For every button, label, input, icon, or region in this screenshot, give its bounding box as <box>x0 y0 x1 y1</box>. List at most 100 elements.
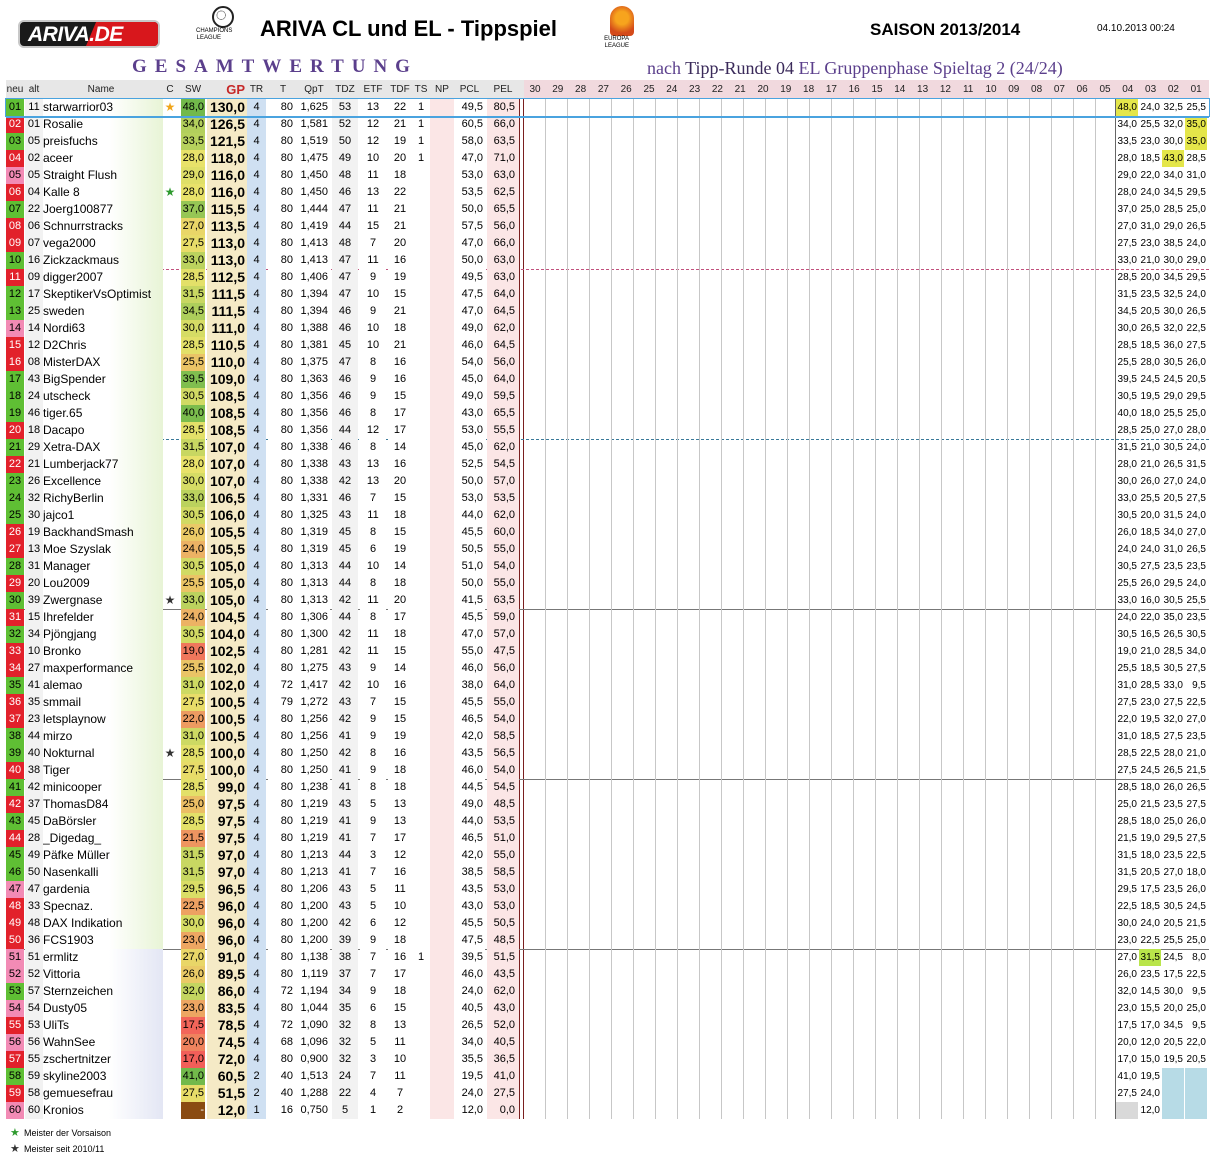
player-name[interactable]: sweden <box>43 303 163 320</box>
table-row[interactable]: 36 35 smmail 27,5 100,5 4 79 1,272 43 7 15 45,5 55,0… <box>6 694 1209 711</box>
player-name[interactable]: starwarrior03 <box>43 99 163 116</box>
player-name[interactable]: Nasenkalli <box>43 864 163 881</box>
table-row[interactable]: 14 14 Nordi63 30,0 111,0 4 80 1,388 46 10 18 49,0 62… <box>6 320 1209 337</box>
player-name[interactable]: Kronios <box>43 1102 163 1119</box>
player-name[interactable]: Xetra-DAX <box>43 439 163 456</box>
player-name[interactable]: _Digedag_ <box>43 830 163 847</box>
table-row[interactable]: 05 05 Straight Flush 29,0 116,0 4 80 1,450 48 11 1… <box>6 167 1209 184</box>
table-row[interactable]: 03 05 preisfuchs 33,5 121,5 4 80 1,519 50 12 19 1 58… <box>6 133 1209 150</box>
player-name[interactable]: vega2000 <box>43 235 163 252</box>
player-name[interactable]: utscheck <box>43 388 163 405</box>
table-row[interactable]: 33 10 Bronko 19,0 102,5 4 80 1,281 42 11 15 55,0 47,… <box>6 643 1209 660</box>
player-name[interactable]: Dusty05 <box>43 1000 163 1017</box>
table-row[interactable]: 56 56 WahnSee 20,0 74,5 4 68 1,096 32 5 11 34,0 40,5… <box>6 1034 1209 1051</box>
table-row[interactable]: 11 09 digger2007 28,5 112,5 4 80 1,406 47 9 19 49,5… <box>6 269 1209 286</box>
player-name[interactable]: Päfke Müller <box>43 847 163 864</box>
col-qpt[interactable]: QpT <box>298 80 330 99</box>
player-name[interactable]: aceer <box>43 150 163 167</box>
player-name[interactable]: RichyBerlin <box>43 490 163 507</box>
table-row[interactable]: 34 27 maxperformance 25,5 102,0 4 80 1,275 43 9 14… <box>6 660 1209 677</box>
table-row[interactable]: 10 16 Zickzackmaus 33,0 113,0 4 80 1,413 47 11 16 5… <box>6 252 1209 269</box>
col-neu[interactable]: neu <box>6 80 24 99</box>
player-name[interactable]: Tiger <box>43 762 163 779</box>
table-row[interactable]: 42 37 ThomasD84 25,0 97,5 4 80 1,219 43 5 13 49,0 48… <box>6 796 1209 813</box>
table-row[interactable]: 50 36 FCS1903 23,0 96,0 4 80 1,200 39 9 18 47,5 48,5… <box>6 932 1209 949</box>
table-row[interactable]: 19 46 tiger.65 40,0 108,5 4 80 1,356 46 8 17 43,0 65… <box>6 405 1209 422</box>
col-np[interactable]: NP <box>430 80 454 99</box>
player-name[interactable]: letsplaynow <box>43 711 163 728</box>
table-row[interactable]: 32 34 Pjöngjang 30,5 104,0 4 80 1,300 42 11 18 47,0… <box>6 626 1209 643</box>
player-name[interactable]: FCS1903 <box>43 932 163 949</box>
table-row[interactable]: 48 33 Specnaz. 22,5 96,0 4 80 1,200 43 5 10 43,0 53,… <box>6 898 1209 915</box>
player-name[interactable]: preisfuchs <box>43 133 163 150</box>
player-name[interactable]: Zickzackmaus <box>43 252 163 269</box>
table-row[interactable]: 24 32 RichyBerlin 33,0 106,5 4 80 1,331 46 7 15 53,… <box>6 490 1209 507</box>
col-tdf[interactable]: TDF <box>388 80 412 99</box>
player-name[interactable]: DaBörsler <box>43 813 163 830</box>
player-name[interactable]: mirzo <box>43 728 163 745</box>
player-name[interactable]: Rosalie <box>43 116 163 133</box>
player-name[interactable]: UliTs <box>43 1017 163 1034</box>
table-row[interactable]: 25 30 jajco1 30,5 106,0 4 80 1,325 43 11 18 44,0 62,… <box>6 507 1209 524</box>
player-name[interactable]: Ihrefelder <box>43 609 163 626</box>
table-row[interactable]: 22 21 Lumberjack77 28,0 107,0 4 80 1,338 43 13 16 5… <box>6 456 1209 473</box>
table-row[interactable]: 35 41 alemao 31,0 102,0 4 72 1,417 42 10 16 38,0 64,… <box>6 677 1209 694</box>
player-name[interactable]: BigSpender <box>43 371 163 388</box>
player-name[interactable]: smmail <box>43 694 163 711</box>
table-row[interactable]: 16 08 MisterDAX 25,5 110,0 4 80 1,375 47 8 16 54,0 5… <box>6 354 1209 371</box>
table-row[interactable]: 21 29 Xetra-DAX 31,5 107,0 4 80 1,338 46 8 14 45,0 6… <box>6 439 1209 456</box>
table-row[interactable]: 17 43 BigSpender 39,5 109,0 4 80 1,363 46 9 16 45,0… <box>6 371 1209 388</box>
player-name[interactable]: Moe Szyslak <box>43 541 163 558</box>
player-name[interactable]: Specnaz. <box>43 898 163 915</box>
table-row[interactable]: 54 54 Dusty05 23,0 83,5 4 80 1,044 35 6 15 40,5 43,0… <box>6 1000 1209 1017</box>
table-row[interactable]: 37 23 letsplaynow 22,0 100,5 4 80 1,256 42 9 15 46,… <box>6 711 1209 728</box>
col-ts[interactable]: TS <box>412 80 430 99</box>
col-t[interactable]: T <box>268 80 298 99</box>
col-alt[interactable]: alt <box>25 80 43 99</box>
player-name[interactable]: ThomasD84 <box>43 796 163 813</box>
table-row[interactable]: 40 38 Tiger 27,5 100,0 4 80 1,250 41 9 18 46,0 54,0 2… <box>6 762 1209 779</box>
player-name[interactable]: Dacapo <box>43 422 163 439</box>
player-name[interactable]: tiger.65 <box>43 405 163 422</box>
table-row[interactable]: 15 12 D2Chris 28,5 110,5 4 80 1,381 45 10 21 46,0 64… <box>6 337 1209 354</box>
table-row[interactable]: 55 53 UliTs 17,5 78,5 4 72 1,090 32 8 13 26,5 52,0 17… <box>6 1017 1209 1034</box>
player-name[interactable]: digger2007 <box>43 269 163 286</box>
col-tdz[interactable]: TDZ <box>332 80 358 99</box>
player-name[interactable]: Joerg100877 <box>43 201 163 218</box>
col-name[interactable]: Name <box>66 80 136 99</box>
ariva-logo[interactable]: ARIVA.DE <box>18 20 160 48</box>
table-row[interactable]: 13 25 sweden 34,5 111,5 4 80 1,394 46 9 21 47,0 64,5… <box>6 303 1209 320</box>
table-row[interactable]: 04 02 aceer 28,0 118,0 4 80 1,475 49 10 20 1 47,0 71,… <box>6 150 1209 167</box>
table-row[interactable]: 51 51 ermlitz 27,0 91,0 4 80 1,138 38 7 16 1 39,5 51,… <box>6 949 1209 966</box>
player-name[interactable]: Pjöngjang <box>43 626 163 643</box>
player-name[interactable]: Schnurrstracks <box>43 218 163 235</box>
table-row[interactable]: 59 58 gemuesefrau 27,5 51,5 2 40 1,288 22 4 7 24,0 2… <box>6 1085 1209 1102</box>
player-name[interactable]: DAX Indikation <box>43 915 163 932</box>
table-row[interactable]: 60 60 Kronios -12,0 1 16 0,750 5 1 2 12,0 0,0 12,0 <box>6 1102 1209 1119</box>
col-tr[interactable]: TR <box>247 80 266 99</box>
player-name[interactable]: Lou2009 <box>43 575 163 592</box>
player-name[interactable]: BackhandSmash <box>43 524 163 541</box>
table-row[interactable]: 38 44 mirzo 31,0 100,5 4 80 1,256 41 9 19 42,0 58,5 3… <box>6 728 1209 745</box>
table-row[interactable]: 41 42 minicooper 28,5 99,0 4 80 1,238 41 8 18 44,5 5… <box>6 779 1209 796</box>
player-name[interactable]: Excellence <box>43 473 163 490</box>
table-row[interactable]: 44 28 _Digedag_ 21,5 97,5 4 80 1,219 41 7 17 46,5 51… <box>6 830 1209 847</box>
col-pel[interactable]: PEL <box>487 80 519 99</box>
table-row[interactable]: 26 19 BackhandSmash 26,0 105,5 4 80 1,319 45 8 15 4… <box>6 524 1209 541</box>
col-gp[interactable]: GP <box>207 80 247 99</box>
player-name[interactable]: Vittoria <box>43 966 163 983</box>
table-row[interactable]: 53 57 Sternzeichen 32,0 86,0 4 72 1,194 34 9 18 24,… <box>6 983 1209 1000</box>
player-name[interactable]: gemuesefrau <box>43 1085 163 1102</box>
player-name[interactable]: jajco1 <box>43 507 163 524</box>
player-name[interactable]: Nordi63 <box>43 320 163 337</box>
player-name[interactable]: Manager <box>43 558 163 575</box>
table-row[interactable]: 07 22 Joerg100877 37,0 115,5 4 80 1,444 47 11 21 50… <box>6 201 1209 218</box>
table-row[interactable]: 43 45 DaBörsler 28,5 97,5 4 80 1,219 41 9 13 44,0 53… <box>6 813 1209 830</box>
table-row[interactable]: 20 18 Dacapo 28,5 108,5 4 80 1,356 44 12 17 53,0 55,… <box>6 422 1209 439</box>
table-row[interactable]: 08 06 Schnurrstracks 27,0 113,5 4 80 1,419 44 15 2… <box>6 218 1209 235</box>
table-row[interactable]: 29 20 Lou2009 25,5 105,0 4 80 1,313 44 8 18 50,0 55,… <box>6 575 1209 592</box>
player-name[interactable]: skyline2003 <box>43 1068 163 1085</box>
player-name[interactable]: Sternzeichen <box>43 983 163 1000</box>
table-row[interactable]: 46 50 Nasenkalli 31,5 97,0 4 80 1,213 41 7 16 38,5 5… <box>6 864 1209 881</box>
col-c[interactable]: C <box>161 80 179 99</box>
